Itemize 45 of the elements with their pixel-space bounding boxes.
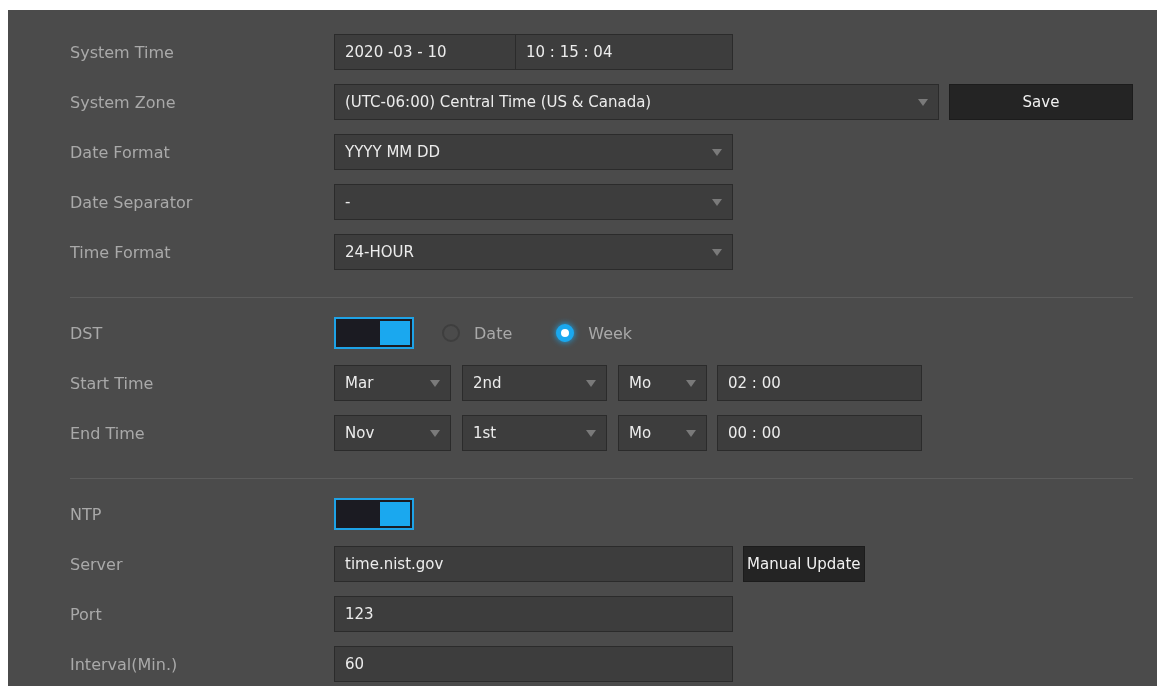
dropdown[interactable]: 24-HOUR (334, 234, 733, 270)
field-label: Time Format (70, 242, 172, 262)
time-field[interactable]: 02 : 00 (717, 365, 922, 401)
dropdown-arrow-icon (586, 380, 596, 387)
text-field[interactable]: 123 (334, 596, 733, 632)
text-field[interactable]: 60 (334, 646, 733, 682)
dropdown-arrow-icon (430, 430, 440, 437)
text-field[interactable]: time.nist.gov (334, 546, 733, 582)
dropdown-arrow-icon (586, 430, 596, 437)
toggle-switch[interactable] (334, 317, 414, 349)
field-label: Date Separator (70, 192, 194, 212)
field-label: DST (70, 323, 104, 343)
field-label: Start Time (70, 373, 155, 393)
dropdown-arrow-icon (712, 199, 722, 206)
radio-option[interactable]: Date (442, 323, 513, 343)
field-label: Server (70, 554, 124, 574)
toggle-switch[interactable] (334, 498, 414, 530)
dropdown[interactable]: 1st (462, 415, 607, 451)
dropdown[interactable]: 2nd (462, 365, 607, 401)
field-label: Interval(Min.) (70, 654, 179, 674)
dropdown[interactable]: Mo (618, 415, 707, 451)
dropdown-arrow-icon (686, 430, 696, 437)
dropdown[interactable]: Nov (334, 415, 451, 451)
dropdown[interactable]: Mar (334, 365, 451, 401)
dropdown-arrow-icon (430, 380, 440, 387)
save-button[interactable]: Save (949, 84, 1133, 120)
field-label: System Time (70, 42, 175, 62)
time-field[interactable]: 10 : 15 : 04 (515, 34, 733, 70)
dropdown-arrow-icon (712, 249, 722, 256)
dropdown-arrow-icon (918, 99, 928, 106)
radio-option[interactable]: Week (556, 323, 633, 343)
dropdown-arrow-icon (686, 380, 696, 387)
manual-update-button[interactable]: Manual Update (743, 546, 865, 582)
dropdown-arrow-icon (712, 149, 722, 156)
field-label: End Time (70, 423, 146, 443)
dropdown[interactable]: YYYY MM DD (334, 134, 733, 170)
field-label: System Zone (70, 92, 177, 112)
date-field[interactable]: 2020 -03 - 10 (334, 34, 516, 70)
dropdown[interactable]: - (334, 184, 733, 220)
field-label: Port (70, 604, 103, 624)
field-label: NTP (70, 504, 103, 524)
time-field[interactable]: 00 : 00 (717, 415, 922, 451)
dropdown[interactable]: Mo (618, 365, 707, 401)
dropdown[interactable]: (UTC-06:00) Central Time (US & Canada) (334, 84, 939, 120)
field-label: Date Format (70, 142, 171, 162)
